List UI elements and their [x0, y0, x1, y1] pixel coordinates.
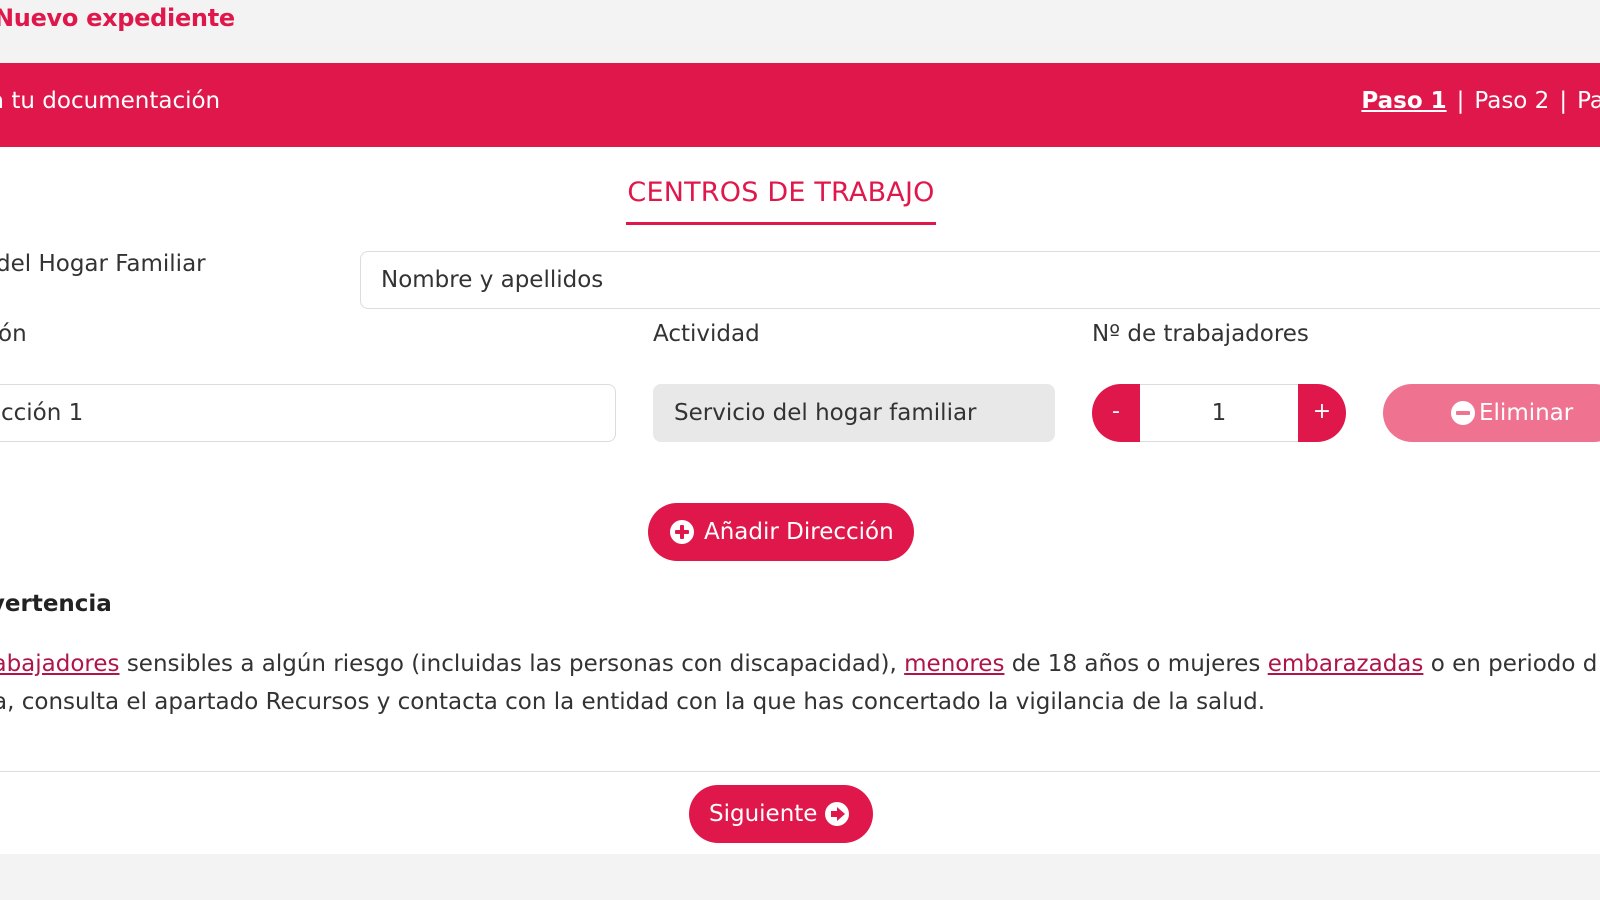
- hogar-label: del Hogar Familiar: [0, 251, 206, 277]
- warning-line-1: trabajadores sensibles a algún riesgo (i…: [0, 645, 1600, 683]
- warning-title: lvertencia: [0, 591, 112, 617]
- arrow-circle-right-icon: [825, 802, 849, 826]
- step-3-link[interactable]: Pas: [1577, 88, 1600, 114]
- add-direccion-label: Añadir Dirección: [704, 519, 894, 545]
- direccion-field[interactable]: cción 1: [0, 384, 616, 442]
- decrement-button[interactable]: -: [1092, 384, 1140, 442]
- trabajadores-count-field[interactable]: 1: [1140, 384, 1298, 442]
- eliminar-button[interactable]: Eliminar: [1383, 384, 1600, 442]
- embarazadas-link[interactable]: embarazadas: [1268, 651, 1424, 677]
- banner-left-text: a tu documentación: [0, 88, 221, 114]
- footer-divider: [0, 771, 1600, 772]
- actividad-field: Servicio del hogar familiar: [653, 384, 1055, 442]
- siguiente-button[interactable]: Siguiente: [689, 785, 873, 843]
- siguiente-label: Siguiente: [709, 801, 818, 827]
- warning-text-segment: de 18 años o mujeres: [1004, 651, 1268, 677]
- warning-text-segment: sensibles a algún riesgo (incluidas las …: [119, 651, 905, 677]
- trabajadores-stepper: - 1 +: [1092, 384, 1346, 442]
- step-separator: |: [1559, 88, 1568, 114]
- main-panel: CENTROS DE TRABAJO del Hogar Familiar No…: [0, 147, 1600, 854]
- plus-circle-icon: [670, 520, 694, 544]
- step-2-link[interactable]: Paso 2: [1474, 88, 1549, 114]
- warning-text-segment: o en periodo d: [1423, 651, 1598, 677]
- step-banner: a tu documentación Paso 1 | Paso 2 | Pas: [0, 63, 1600, 147]
- eliminar-label: Eliminar: [1479, 400, 1574, 426]
- add-direccion-button[interactable]: Añadir Dirección: [648, 503, 914, 561]
- step-nav: Paso 1 | Paso 2 | Pas: [1361, 88, 1600, 114]
- trabajadores-label: Nº de trabajadores: [1092, 321, 1309, 347]
- increment-button[interactable]: +: [1298, 384, 1346, 442]
- page-title: Nuevo expediente: [0, 4, 235, 32]
- step-separator: |: [1456, 88, 1465, 114]
- menores-link[interactable]: menores: [904, 651, 1004, 677]
- warning-line-2: cia, consulta el apartado Recursos y con…: [0, 689, 1266, 715]
- direccion-label: ón: [0, 321, 27, 347]
- warning-text: trabajadores sensibles a algún riesgo (i…: [0, 645, 1600, 721]
- hogar-name-field[interactable]: Nombre y apellidos: [360, 251, 1600, 309]
- trabajadores-link[interactable]: trabajadores: [0, 651, 120, 677]
- actividad-label: Actividad: [653, 321, 760, 347]
- minus-circle-icon: [1451, 401, 1475, 425]
- step-1-link[interactable]: Paso 1: [1361, 88, 1446, 114]
- section-underline: [626, 222, 936, 225]
- section-title: CENTROS DE TRABAJO: [627, 177, 935, 208]
